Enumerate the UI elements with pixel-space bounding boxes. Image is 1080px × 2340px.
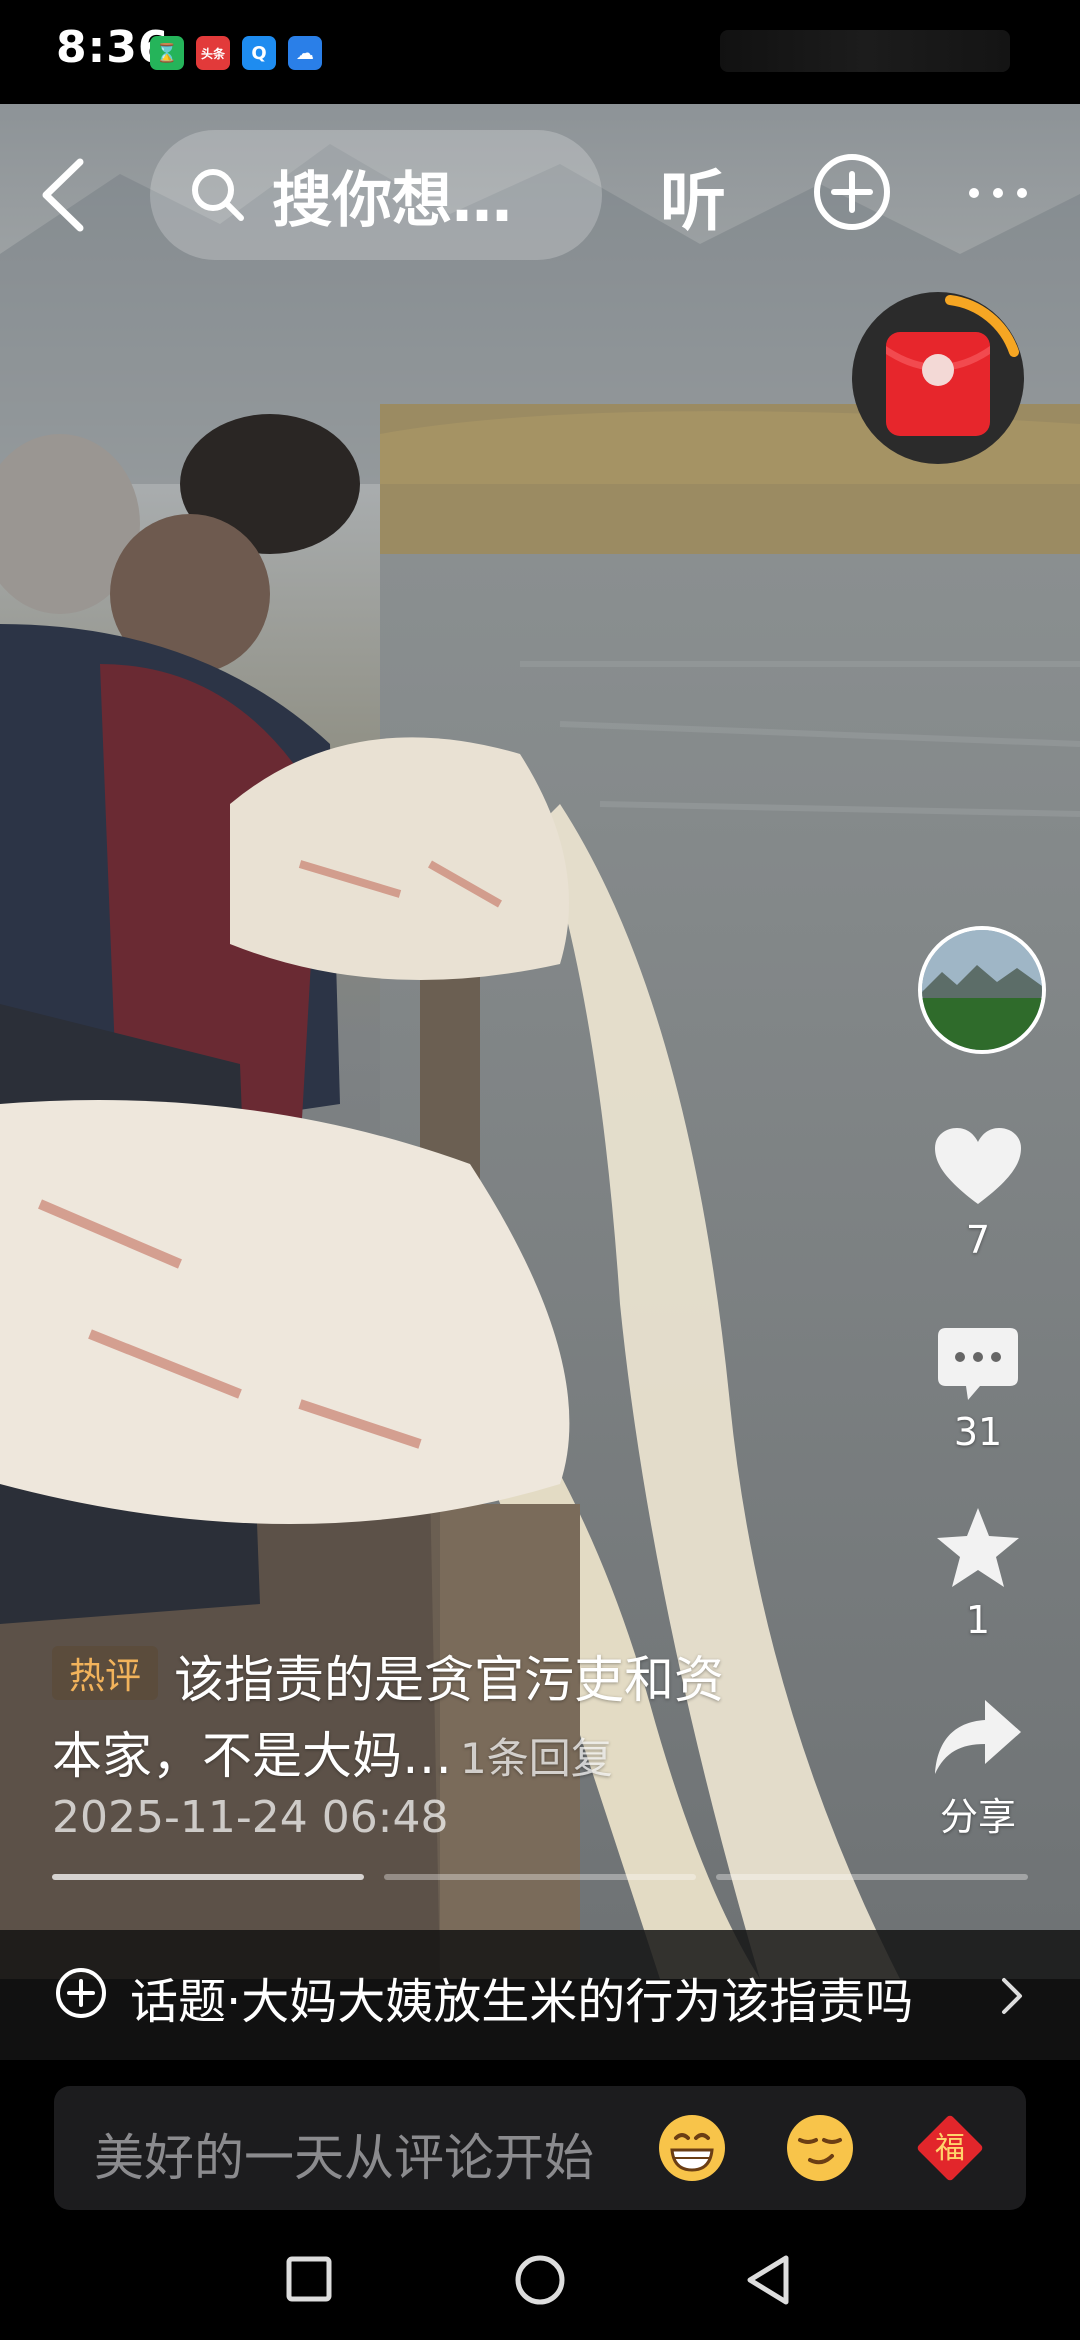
comment-input-placeholder: 美好的一天从评论开始 <box>94 2129 594 2187</box>
weather-app-icon: ☁ <box>288 36 322 70</box>
more-options-button[interactable] <box>966 178 1030 208</box>
recents-button[interactable] <box>286 2256 332 2306</box>
plus-circle-icon <box>814 154 890 230</box>
like-count: 7 <box>965 1218 991 1262</box>
svg-text:福: 福 <box>935 2131 965 2166</box>
square-icon <box>286 2256 332 2302</box>
share-arrow-icon <box>935 1700 1021 1774</box>
hot-comment-text-line1[interactable]: 该指责的是贪官污吏和资 <box>174 1640 724 1712</box>
grinning-emoji-icon <box>659 2115 725 2181</box>
reply-count[interactable]: 1条回复 <box>460 1734 613 1783</box>
search-app-icon: Q <box>242 36 276 70</box>
hot-comment-text-line2-content: 本家，不是大妈… <box>52 1727 452 1785</box>
red-packet-icon <box>852 292 1024 464</box>
hourglass-app-icon: ⌛ <box>150 36 184 70</box>
topic-plus-icon <box>54 1966 108 2024</box>
fu-sticker-button[interactable]: 福 <box>912 2110 988 2190</box>
back-button[interactable] <box>30 150 100 240</box>
avatar-landscape-image <box>922 930 1042 1050</box>
toutiao-app-icon: 头条 <box>196 36 230 70</box>
heart-icon <box>935 1128 1021 1204</box>
comment-button[interactable]: 31 <box>908 1326 1048 1454</box>
listen-button[interactable]: 听 <box>660 148 726 244</box>
smirk-emoji-icon <box>787 2115 853 2181</box>
comment-bubble-icon <box>938 1328 1018 1400</box>
smirk-emoji-button[interactable] <box>784 2112 856 2188</box>
search-bar[interactable]: 搜你想… <box>150 130 602 260</box>
comment-count: 31 <box>953 1410 1003 1454</box>
red-packet-button[interactable] <box>850 290 1026 466</box>
favorite-count: 1 <box>965 1598 991 1642</box>
hot-comment-text-line2[interactable]: 本家，不是大妈… 1条回复 <box>52 1716 613 1788</box>
grin-emoji-button[interactable] <box>656 2112 728 2188</box>
like-button[interactable]: 7 <box>908 1126 1048 1262</box>
add-button[interactable] <box>812 152 892 232</box>
hot-comment-badge: 热评 <box>52 1646 158 1700</box>
more-dots-icon <box>969 188 1027 198</box>
circle-icon <box>515 2255 565 2305</box>
progress-segment <box>384 1874 696 1880</box>
progress-segment <box>716 1874 1028 1880</box>
search-query-text: 搜你想… <box>272 165 512 236</box>
home-button[interactable] <box>514 2254 566 2310</box>
progress-segment <box>52 1874 364 1880</box>
favorite-button[interactable]: 1 <box>908 1506 1048 1642</box>
share-label: 分享 <box>939 1795 1016 1839</box>
topic-label[interactable]: 话题·大妈大姨放生米的行为该指责吗 <box>130 1962 913 2032</box>
search-icon <box>192 169 244 221</box>
triangle-back-icon <box>747 2255 789 2305</box>
share-button[interactable]: 分享 <box>908 1698 1048 1841</box>
hot-comment-timestamp: 2025-11-24 06:48 <box>52 1792 449 1843</box>
chevron-right-icon <box>996 1974 1026 2022</box>
star-icon <box>937 1508 1019 1587</box>
status-icons-area <box>720 30 1010 72</box>
back-nav-button[interactable] <box>744 2254 792 2310</box>
chevron-left-icon <box>42 158 84 232</box>
fu-diamond-icon: 福 <box>917 2115 983 2181</box>
creator-avatar[interactable] <box>918 926 1046 1054</box>
